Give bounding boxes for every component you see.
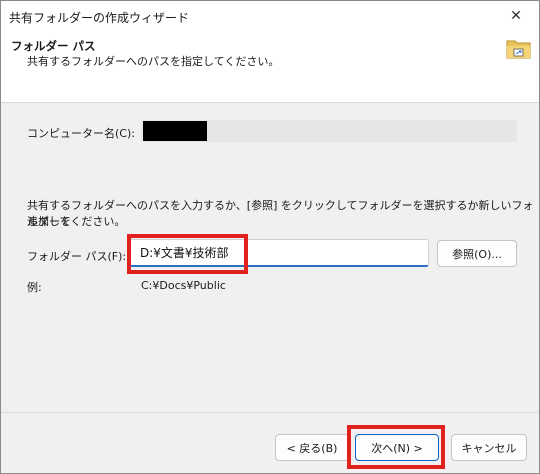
shared-folder-icon [506,40,531,59]
next-button-highlight [347,425,445,469]
computer-name-label: コンピューター名(C): [27,127,135,140]
example-label: 例: [27,281,42,294]
instruction-line-2: 追加してください。 [27,215,126,228]
browse-button[interactable]: 参照(O)... [437,240,517,267]
title-bar: 共有フォルダーの作成ウィザード ✕ [1,1,539,31]
folder-path-highlight [127,234,248,274]
page-title: フォルダー パス [11,39,96,53]
page-subtitle: 共有するフォルダーへのパスを指定してください。 [27,55,280,68]
wizard-window: 共有フォルダーの作成ウィザード ✕ フォルダー パス 共有するフォルダーへのパス… [0,0,540,474]
computer-name-redaction [143,121,207,141]
example-value: C:¥Docs¥Public [141,279,226,292]
cancel-button[interactable]: キャンセル [451,434,527,461]
wizard-header: フォルダー パス 共有するフォルダーへのパスを指定してください。 [1,31,539,103]
close-icon: ✕ [510,8,522,24]
back-button[interactable]: < 戻る(B) [275,434,349,461]
window-title: 共有フォルダーの作成ウィザード [9,11,190,25]
close-button[interactable]: ✕ [493,1,539,31]
folder-path-label: フォルダー パス(F): [27,250,127,263]
